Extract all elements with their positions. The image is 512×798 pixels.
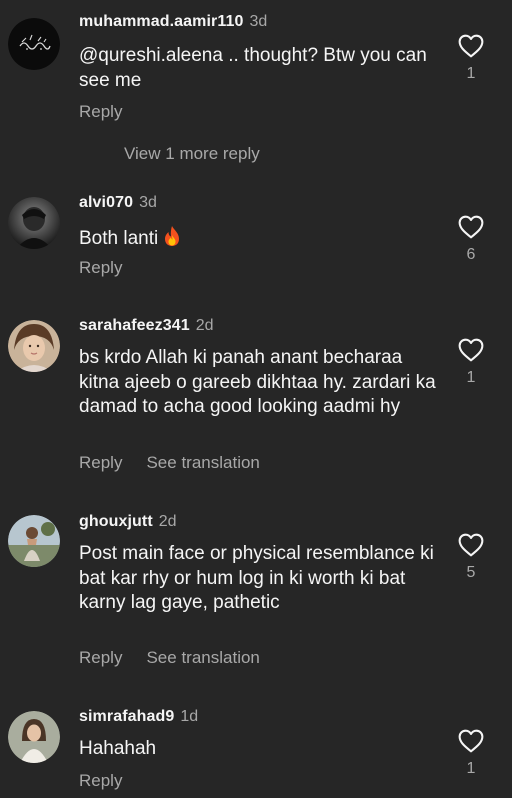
comment-actions: Reply (79, 771, 122, 791)
comment-text: @qureshi.aleena .. thought? Btw you can … (79, 45, 427, 91)
comment-age: 1d (180, 708, 199, 725)
comment-age: 3d (249, 13, 268, 30)
reply-button[interactable]: Reply (79, 453, 122, 472)
like-button[interactable]: 5 (455, 533, 487, 583)
like-button[interactable]: 6 (455, 215, 487, 265)
see-translation-button[interactable]: See translation (146, 453, 259, 472)
heart-icon[interactable] (458, 34, 484, 58)
username[interactable]: muhammad.aamir110 (79, 13, 243, 30)
fire-emoji-icon (162, 225, 182, 255)
like-count: 1 (466, 760, 476, 777)
like-button[interactable]: 1 (455, 729, 487, 779)
comment-meta: muhammad.aamir110 3d (79, 12, 267, 32)
heart-icon[interactable] (458, 215, 484, 239)
avatar[interactable] (8, 197, 60, 249)
comment-age: 2d (195, 317, 214, 334)
comment-meta: alvi070 3d (79, 193, 157, 213)
username[interactable]: simrafahad9 (79, 708, 174, 725)
avatar[interactable] (8, 18, 60, 70)
comment-actions: Reply (79, 102, 122, 122)
like-button[interactable]: 1 (455, 34, 487, 84)
comment-age: 3d (139, 194, 157, 211)
comment-meta: sarahafeez341 2d (79, 316, 214, 336)
comment-text-content: Both lanti (79, 228, 159, 249)
like-count: 6 (466, 246, 476, 263)
like-count: 1 (466, 369, 476, 386)
comment-actions: Reply (79, 258, 122, 278)
reply-button[interactable]: Reply (79, 258, 122, 277)
like-button[interactable]: 1 (455, 338, 487, 388)
avatar[interactable] (8, 320, 60, 372)
reply-button[interactable]: Reply (79, 648, 122, 667)
username[interactable]: ghouxjutt (79, 513, 153, 530)
heart-icon[interactable] (458, 729, 484, 753)
comment-actions: Reply See translation (79, 648, 260, 668)
comment-actions: Reply See translation (79, 453, 260, 473)
comment-text: Post main face or physical resemblance k… (79, 543, 434, 613)
comment-meta: ghouxjutt 2d (79, 512, 177, 532)
see-translation-button[interactable]: See translation (146, 648, 259, 667)
comment-meta: simrafahad9 1d (79, 707, 198, 727)
like-count: 5 (466, 564, 476, 581)
heart-icon[interactable] (458, 338, 484, 362)
heart-icon[interactable] (458, 533, 484, 557)
reply-button[interactable]: Reply (79, 771, 122, 790)
username[interactable]: sarahafeez341 (79, 317, 190, 334)
comment-text: Both lanti (79, 225, 439, 255)
username[interactable]: alvi070 (79, 194, 133, 211)
like-count: 1 (466, 65, 476, 82)
comment-text: bs krdo Allah ki panah anant becharaa ki… (79, 347, 436, 417)
avatar[interactable] (8, 711, 60, 763)
reply-button[interactable]: Reply (79, 102, 122, 121)
comment-text: Hahahah (79, 738, 157, 759)
view-more-replies-button[interactable]: View 1 more reply (124, 144, 260, 164)
avatar[interactable] (8, 515, 60, 567)
comment-age: 2d (158, 513, 177, 530)
